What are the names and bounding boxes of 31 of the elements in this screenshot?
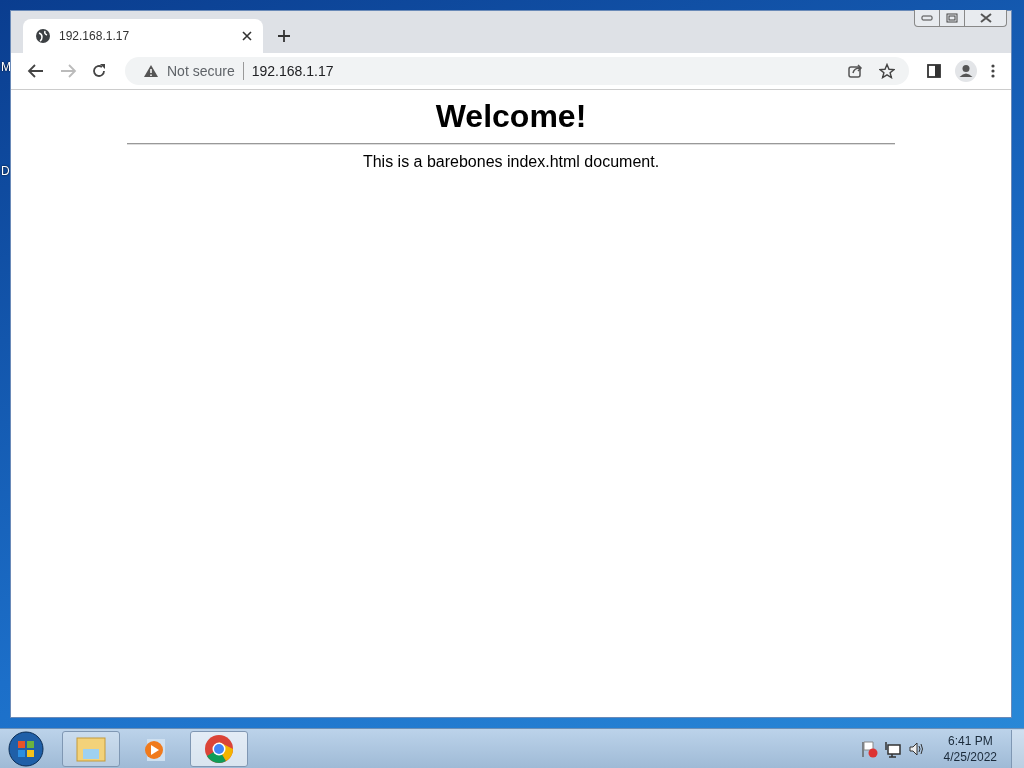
side-panel-icon[interactable] bbox=[927, 64, 941, 78]
folder-icon bbox=[75, 734, 107, 763]
warning-icon bbox=[143, 64, 159, 78]
chrome-icon bbox=[204, 733, 234, 764]
back-icon[interactable] bbox=[27, 63, 45, 79]
close-tab-icon[interactable] bbox=[241, 30, 253, 42]
taskbar-clock[interactable]: 6:41 PM 4/25/2022 bbox=[943, 732, 997, 765]
desktop-icon-label: M bbox=[1, 60, 11, 74]
network-icon[interactable] bbox=[883, 739, 902, 758]
share-icon[interactable] bbox=[847, 63, 863, 79]
security-label: Not secure bbox=[167, 63, 235, 79]
reload-icon[interactable] bbox=[91, 63, 107, 79]
minimize-icon bbox=[921, 15, 933, 21]
close-icon bbox=[978, 13, 993, 23]
page-heading: Welcome! bbox=[435, 98, 587, 135]
clock-time: 6:41 PM bbox=[947, 732, 993, 749]
page-paragraph: This is a barebones index.html document. bbox=[362, 153, 660, 171]
new-tab-icon[interactable] bbox=[277, 29, 291, 43]
clock-date: 4/25/2022 bbox=[943, 748, 997, 765]
address-bar[interactable]: Not secure 192.168.1.17 bbox=[125, 57, 909, 85]
taskbar-button[interactable] bbox=[190, 730, 248, 767]
desktop-icon-label: D bbox=[1, 164, 10, 178]
browser-tab[interactable]: 192.168.1.17 bbox=[23, 19, 263, 53]
menu-icon[interactable] bbox=[991, 63, 995, 79]
profile-icon[interactable] bbox=[955, 60, 977, 82]
action-center-flag-icon[interactable] bbox=[859, 739, 878, 758]
url-text: 192.168.1.17 bbox=[251, 63, 334, 79]
start-button[interactable] bbox=[8, 730, 44, 767]
globe-icon bbox=[35, 28, 51, 44]
maximize-icon bbox=[946, 13, 958, 23]
star-icon[interactable] bbox=[879, 63, 895, 79]
